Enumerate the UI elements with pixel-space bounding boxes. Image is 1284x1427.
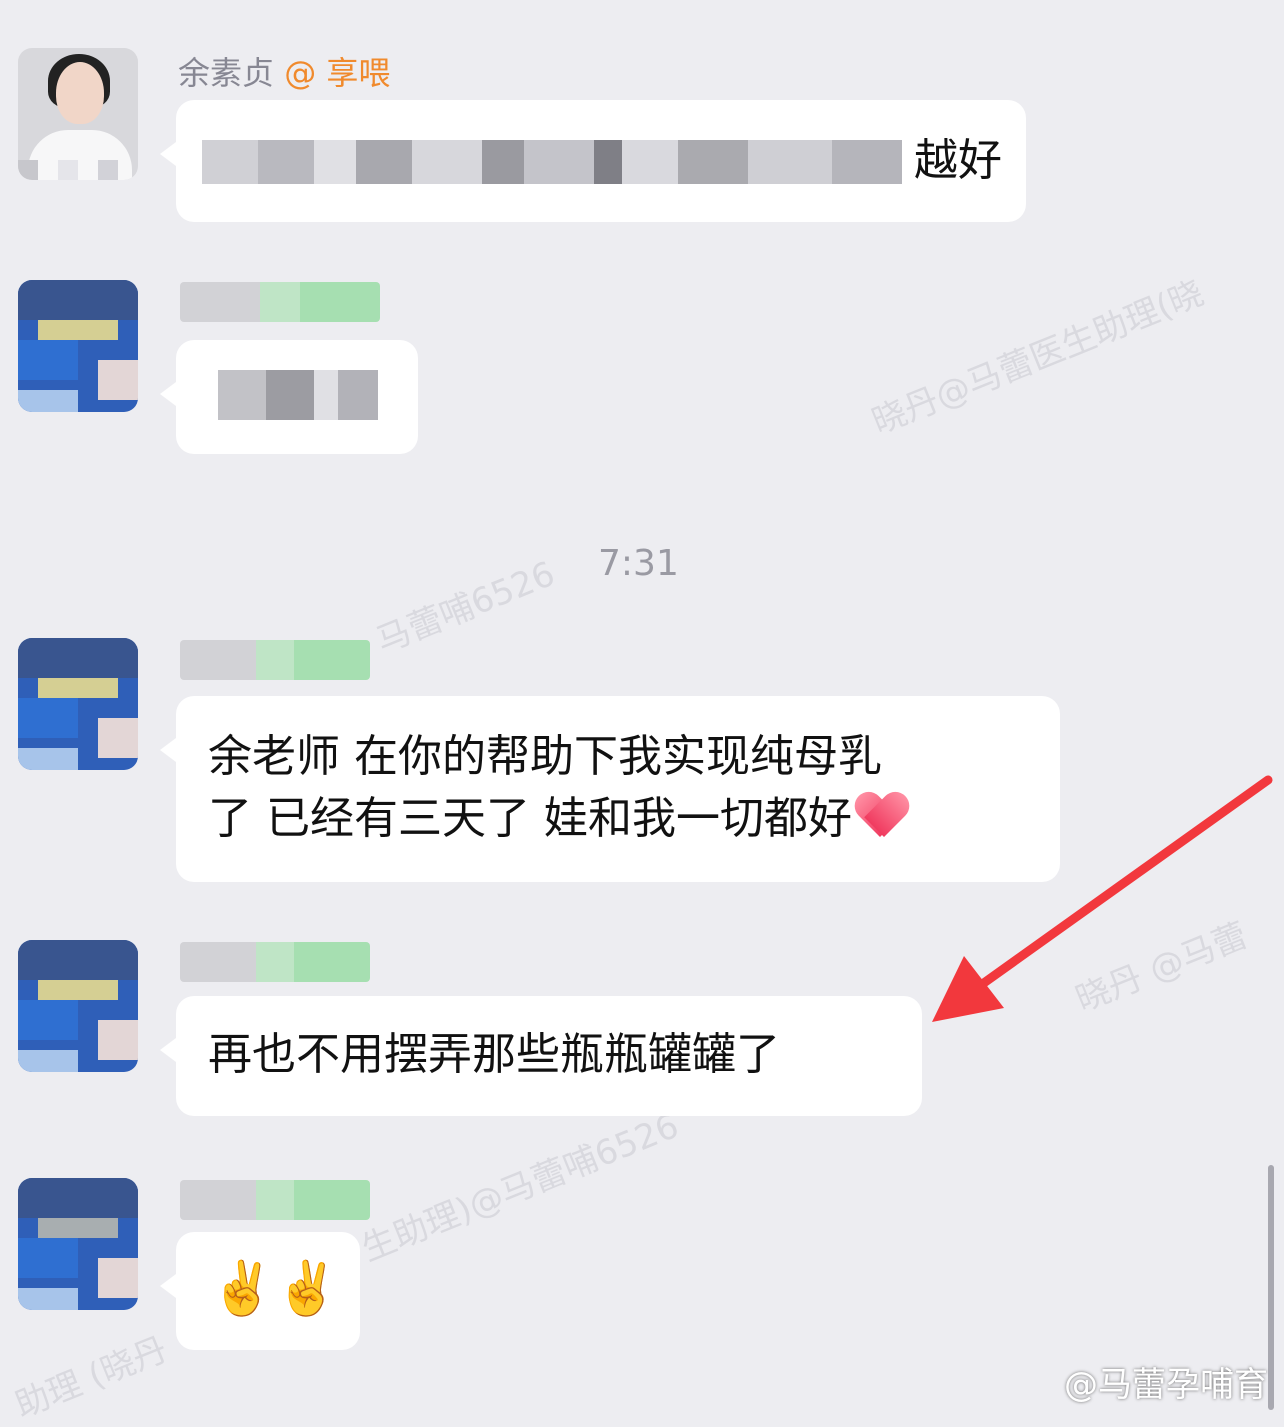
sender-name — [180, 1180, 370, 1220]
avatar[interactable] — [18, 48, 138, 180]
message-bubble[interactable]: 再也不用摆弄那些瓶瓶罐罐了 — [160, 996, 922, 1116]
message-bubble[interactable]: 越好 — [160, 100, 1026, 222]
sender-name — [180, 282, 380, 322]
sender-name: 余素贞 @ 享喂 — [178, 54, 391, 92]
message-text: 余老师 在你的帮助下我实现纯母乳 了 已经有三天了 娃和我一切都好 — [208, 726, 908, 850]
avatar[interactable] — [18, 280, 138, 412]
sender-name — [180, 640, 370, 680]
timestamp: 7:31 — [598, 543, 679, 584]
message-text: 越好 — [914, 135, 1002, 186]
watermark: 晓丹@马蕾医生助理(晓 — [866, 273, 1210, 443]
mention[interactable]: @ 享喂 — [284, 54, 390, 92]
watermark: 马蕾哺6526 — [370, 553, 561, 662]
avatar[interactable] — [18, 1178, 138, 1310]
sender-name — [180, 942, 370, 982]
avatar[interactable] — [18, 638, 138, 770]
avatar[interactable] — [18, 940, 138, 1072]
message-text: 再也不用摆弄那些瓶瓶罐罐了 — [208, 1029, 780, 1080]
message-bubble[interactable]: ✌️✌️ — [160, 1232, 360, 1350]
watermark: 助理 (晓丹 — [9, 1329, 174, 1427]
watermark: 生助理)@马蕾哺6526 — [356, 1105, 685, 1270]
scrollbar[interactable] — [1268, 1165, 1274, 1410]
arrow-icon — [932, 775, 1273, 1022]
message-bubble[interactable] — [160, 340, 418, 454]
footer-watermark: @马蕾孕哺育 — [1064, 1365, 1268, 1405]
victory-hand-icon: ✌️✌️ — [210, 1259, 340, 1319]
